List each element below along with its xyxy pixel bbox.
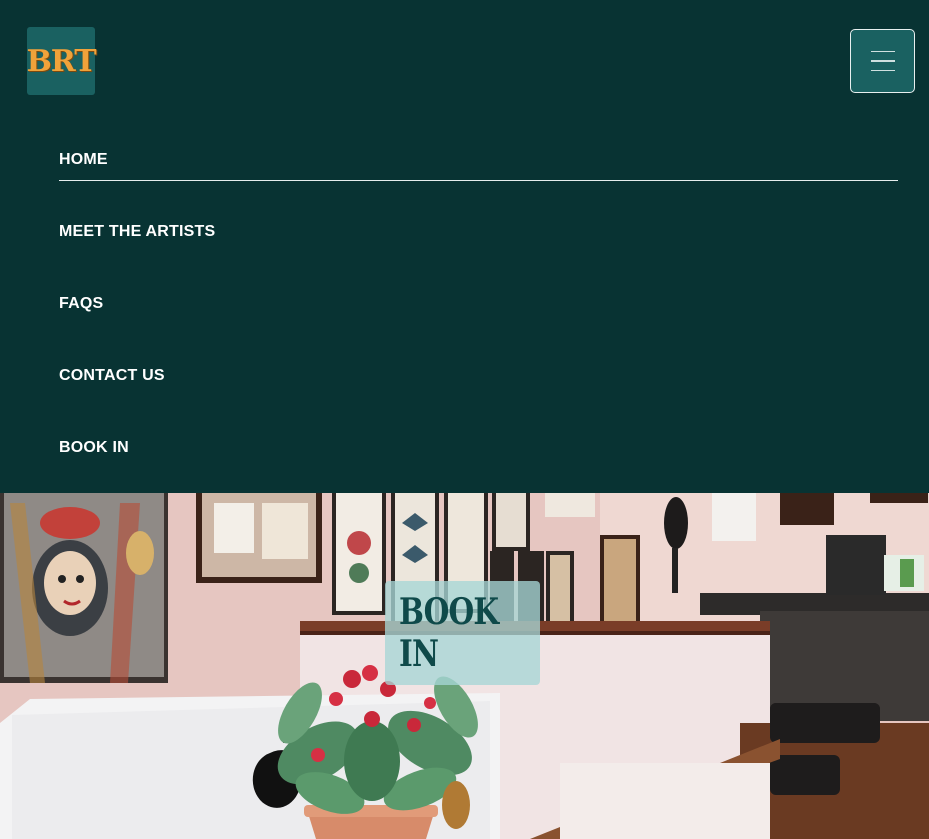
- hamburger-icon-line: [870, 60, 895, 62]
- nav-item-meet-the-artists: MEET THE ARTISTS: [59, 196, 898, 268]
- hamburger-icon-line: [870, 50, 895, 53]
- nav-link-faqs[interactable]: FAQS: [59, 295, 103, 313]
- navbar: BRT HOME MEET THE ARTISTS FAQS CONTACT U…: [0, 0, 929, 493]
- nav-link-meet-the-artists[interactable]: MEET THE ARTISTS: [59, 223, 215, 241]
- menu-toggle-button[interactable]: [850, 29, 915, 93]
- book-in-button-label: BOOK IN: [398, 591, 499, 675]
- book-in-button[interactable]: BOOK IN: [385, 581, 540, 685]
- hamburger-icon-line: [870, 69, 895, 72]
- nav-item-book-in: BOOK IN: [59, 412, 898, 484]
- brand-logo-text: BRT: [26, 43, 96, 79]
- nav-menu: HOME MEET THE ARTISTS FAQS CONTACT US BO…: [59, 124, 898, 484]
- nav-item-faqs: FAQS: [59, 268, 898, 340]
- nav-item-home: HOME: [59, 124, 898, 196]
- brand-logo[interactable]: BRT: [26, 27, 97, 95]
- nav-link-home[interactable]: HOME: [59, 151, 108, 169]
- nav-link-book-in[interactable]: BOOK IN: [59, 439, 129, 457]
- nav-item-contact-us: CONTACT US: [59, 340, 898, 412]
- nav-link-contact-us[interactable]: CONTACT US: [59, 367, 165, 385]
